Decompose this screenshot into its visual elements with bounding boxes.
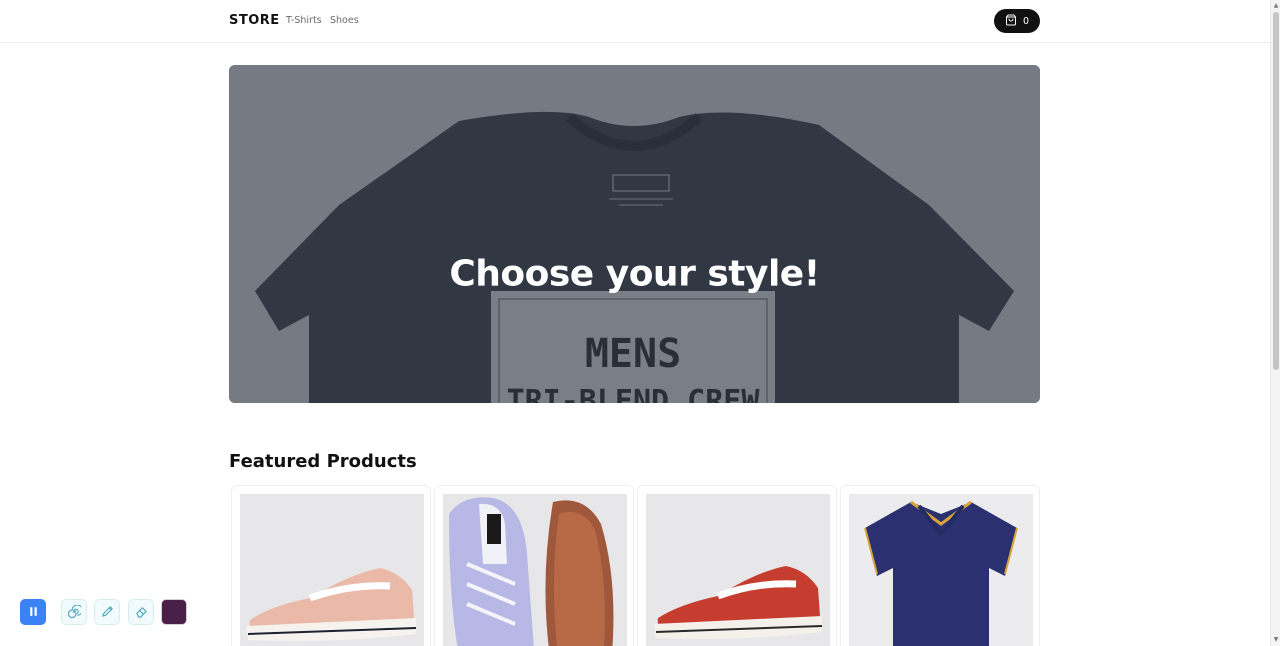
pencil-tool-button[interactable] [94,599,120,625]
product-card-lavender-sneaker[interactable] [434,485,634,646]
cart-button[interactable]: 0 [994,9,1040,33]
shopping-bag-icon [1005,14,1017,29]
page: STORE T-Shirts Shoes 0 MENS TRI-BLEND CR… [0,0,1280,646]
red-sneaker-image [646,494,830,646]
nav-link-shoes[interactable]: Shoes [330,15,359,26]
pause-button[interactable] [20,599,46,625]
navbar: STORE T-Shirts Shoes 0 [0,0,1270,43]
eraser-tool-button[interactable] [128,599,154,625]
lavender-sneaker-image [443,494,627,646]
product-image [443,494,627,646]
brand-logo[interactable]: STORE [229,13,280,28]
spiral-icon [67,603,83,622]
product-image [240,494,424,646]
product-image [849,494,1033,646]
product-image [646,494,830,646]
scroll-up-arrow-icon[interactable]: ▲ [1272,1,1280,11]
hero-overlay [229,65,1040,403]
product-card-red-sneaker[interactable] [637,485,837,646]
nav-link-tshirts[interactable]: T-Shirts [286,15,322,26]
navy-polo-image [849,494,1033,646]
pause-icon [27,603,40,622]
page-scrollbar[interactable]: ▲ ▼ [1270,0,1280,646]
product-card-navy-polo[interactable] [840,485,1040,646]
pencil-icon [101,603,114,622]
product-card-pink-sneaker[interactable] [231,485,431,646]
scroll-down-arrow-icon[interactable]: ▼ [1272,635,1280,645]
color-swatch-button[interactable] [161,599,187,625]
hero-title: Choose your style! [449,253,820,295]
pink-sneaker-image [240,494,424,646]
hero-banner: MENS TRI-BLEND CREW Choose your style! [229,65,1040,403]
cart-count: 0 [1022,15,1030,27]
eraser-icon [135,603,148,622]
spiral-tool-button[interactable] [61,599,87,625]
scrollbar-thumb[interactable] [1273,12,1279,370]
featured-products-title: Featured Products [229,451,417,472]
